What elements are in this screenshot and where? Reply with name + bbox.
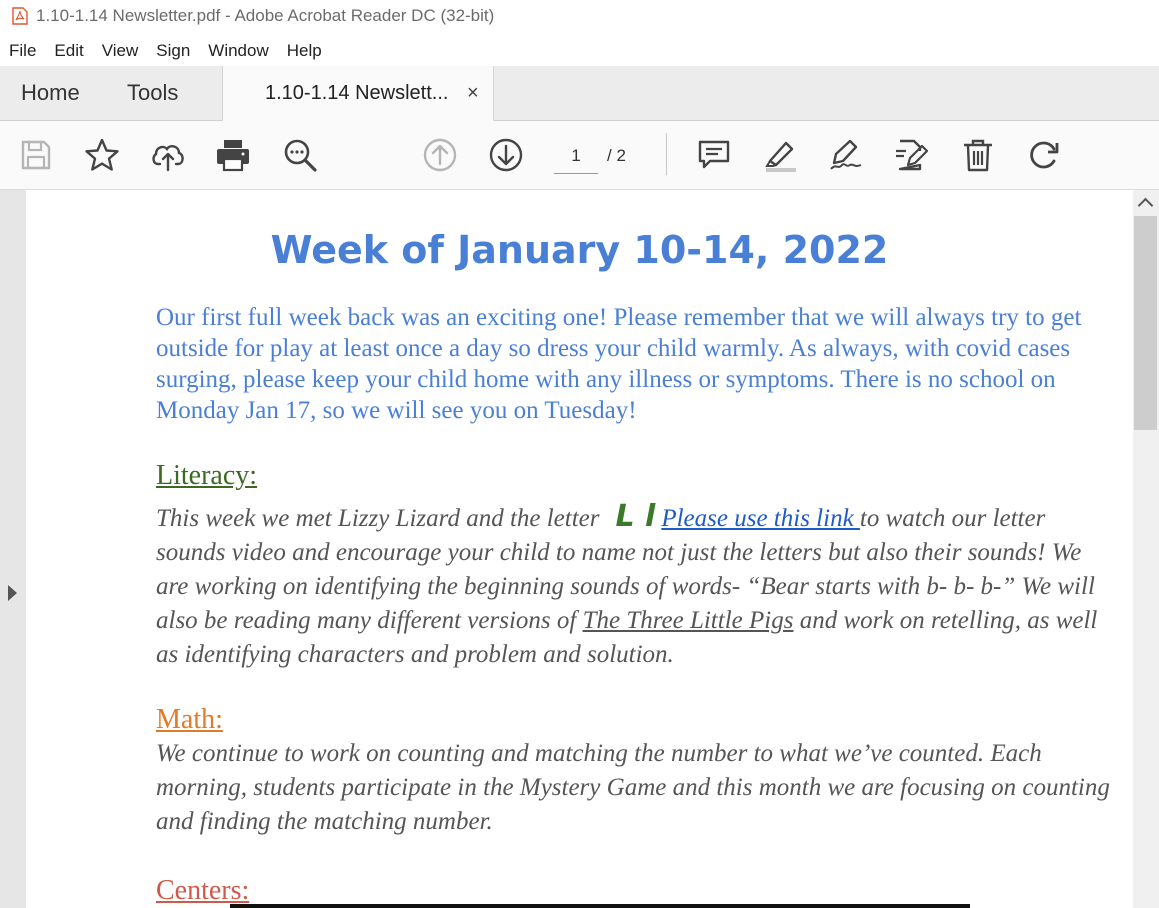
intro-paragraph: Our first full week back was an exciting…: [156, 304, 1082, 424]
tab-tools[interactable]: Tools: [127, 66, 178, 120]
video-link[interactable]: Please use this link: [661, 505, 860, 532]
star-icon: [85, 138, 119, 171]
delete-button[interactable]: [959, 136, 997, 174]
rotate-icon: [1030, 141, 1059, 169]
math-heading: Math:: [156, 704, 223, 735]
delete-icon: [964, 139, 992, 172]
comment-icon: [698, 140, 730, 169]
sign-icon: [830, 139, 862, 170]
next-page-button[interactable]: [487, 136, 525, 174]
left-panel-toggle[interactable]: [0, 190, 26, 908]
upload-button[interactable]: [149, 136, 187, 174]
floating-toolbar-edge: [230, 904, 970, 908]
page-total: / 2: [607, 146, 626, 165]
toolbar-divider: [666, 133, 667, 175]
menu-bar: File Edit View Sign Window Help: [0, 36, 1159, 66]
window-title: 1.10-1.14 Newsletter.pdf - Adobe Acrobat…: [36, 6, 495, 25]
highlight-icon: [765, 141, 796, 172]
tab-document[interactable]: 1.10-1.14 Newslett... ×: [222, 66, 494, 121]
vertical-scrollbar[interactable]: [1133, 190, 1159, 908]
print-button[interactable]: [214, 136, 252, 174]
toolbar: 1 / 2: [0, 121, 1159, 190]
edit-pdf-button[interactable]: [893, 136, 931, 174]
rotate-button[interactable]: [1025, 136, 1063, 174]
find-button[interactable]: [281, 136, 319, 174]
pdf-page: Week of January 10-14, 2022 Our first fu…: [26, 190, 1133, 908]
menu-view[interactable]: View: [102, 41, 139, 61]
acrobat-pdf-icon: [12, 7, 28, 25]
scroll-up-icon[interactable]: [1137, 197, 1154, 214]
title-bar: 1.10-1.14 Newsletter.pdf - Adobe Acrobat…: [0, 0, 1159, 32]
literacy-heading: Literacy:: [156, 460, 258, 491]
letter-l-graphic: L l: [615, 499, 656, 534]
save-button[interactable]: [17, 136, 55, 174]
literacy-text-start: This week we met Lizzy Lizard and the le…: [156, 505, 600, 532]
menu-sign[interactable]: Sign: [156, 41, 190, 61]
math-paragraph: We continue to work on counting and matc…: [156, 740, 1110, 835]
newsletter-heading: Week of January 10-14, 2022: [270, 228, 889, 272]
print-icon: [217, 140, 249, 172]
page-down-icon: [489, 138, 523, 172]
bookmark-button[interactable]: [83, 136, 121, 174]
fill-sign-button[interactable]: [827, 136, 865, 174]
close-tab-icon[interactable]: ×: [467, 66, 479, 120]
previous-page-button[interactable]: [421, 136, 459, 174]
tab-bar: Home Tools 1.10-1.14 Newslett... ×: [0, 66, 1159, 121]
menu-edit[interactable]: Edit: [54, 41, 83, 61]
edit-pdf-icon: [896, 139, 929, 171]
expand-arrow-icon: [8, 585, 17, 601]
page-number-input[interactable]: 1: [554, 141, 598, 174]
menu-file[interactable]: File: [9, 41, 36, 61]
document-viewer: Week of January 10-14, 2022 Our first fu…: [0, 190, 1159, 908]
menu-help[interactable]: Help: [287, 41, 322, 61]
zoom-icon: [284, 139, 317, 172]
save-icon: [21, 140, 51, 170]
centers-heading: Centers:: [156, 875, 250, 906]
menu-window[interactable]: Window: [208, 41, 268, 61]
comment-button[interactable]: [695, 136, 733, 174]
book-title: The Three Little Pigs: [582, 607, 794, 634]
upload-icon: [152, 145, 184, 172]
tab-home[interactable]: Home: [21, 66, 80, 120]
literacy-paragraph: This week we met Lizzy Lizard and the le…: [156, 500, 1116, 672]
highlight-button[interactable]: [761, 136, 799, 174]
tab-document-label: 1.10-1.14 Newslett...: [265, 82, 449, 104]
page-up-icon: [423, 138, 457, 172]
scroll-thumb[interactable]: [1134, 216, 1157, 430]
